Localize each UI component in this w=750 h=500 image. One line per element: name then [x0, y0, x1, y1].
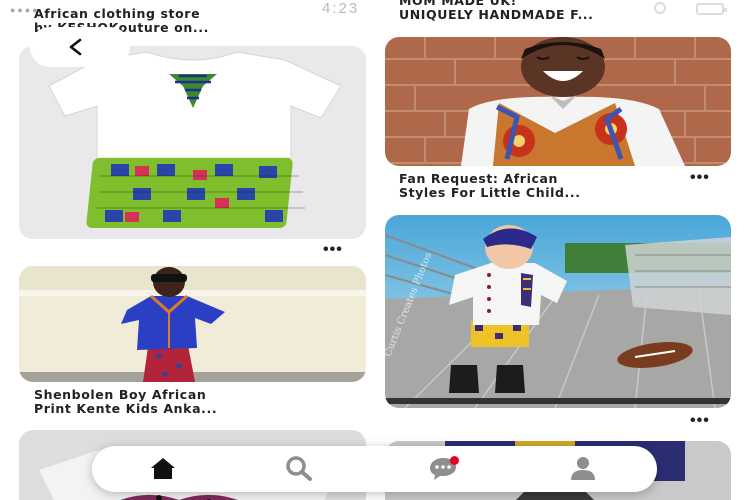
status-bar: ●●●● 4:23 [0, 0, 750, 17]
back-arrow-icon [69, 38, 82, 56]
pin-image-boy-blue-outfit[interactable] [19, 266, 366, 382]
pin-image-tshirt-shorts[interactable] [19, 46, 366, 239]
pin-title-line: Shenbolen Boy African [34, 388, 207, 402]
status-time: 4:23 [322, 0, 360, 17]
bottom-navigation [92, 446, 657, 492]
home-icon [151, 458, 175, 479]
nav-messages[interactable] [428, 455, 459, 481]
pin-image-toddler-football[interactable]: Curtis Creates Photos [385, 215, 731, 408]
notification-badge [450, 456, 459, 465]
search-icon [286, 456, 312, 481]
nav-home[interactable] [148, 455, 178, 481]
pin-title[interactable]: Shenbolen Boy African Print Kente Kids A… [34, 388, 217, 416]
back-button[interactable] [30, 27, 130, 67]
profile-icon [571, 457, 595, 480]
nav-profile[interactable] [568, 455, 598, 481]
pin-image-boy-vest[interactable] [385, 37, 731, 166]
more-options-icon[interactable]: ••• [690, 413, 710, 429]
more-options-icon[interactable]: ••• [323, 242, 343, 258]
more-options-icon[interactable]: ••• [690, 170, 710, 186]
nav-search[interactable] [284, 455, 314, 481]
pin-title[interactable]: Fan Request: African Styles For Little C… [399, 172, 581, 200]
pin-photo [19, 266, 366, 382]
pin-photo: Curtis Creates Photos [385, 215, 731, 408]
pin-title-line: Print Kente Kids Anka... [34, 401, 218, 416]
pin-photo [19, 46, 366, 239]
battery-icon [696, 3, 727, 15]
signal-icon: ●●●● [10, 5, 40, 15]
bluetooth-icon [654, 2, 666, 14]
pin-title-line: Styles For Little Child... [399, 185, 581, 200]
pin-photo [385, 37, 731, 166]
pin-title-line: Fan Request: African [399, 172, 558, 186]
